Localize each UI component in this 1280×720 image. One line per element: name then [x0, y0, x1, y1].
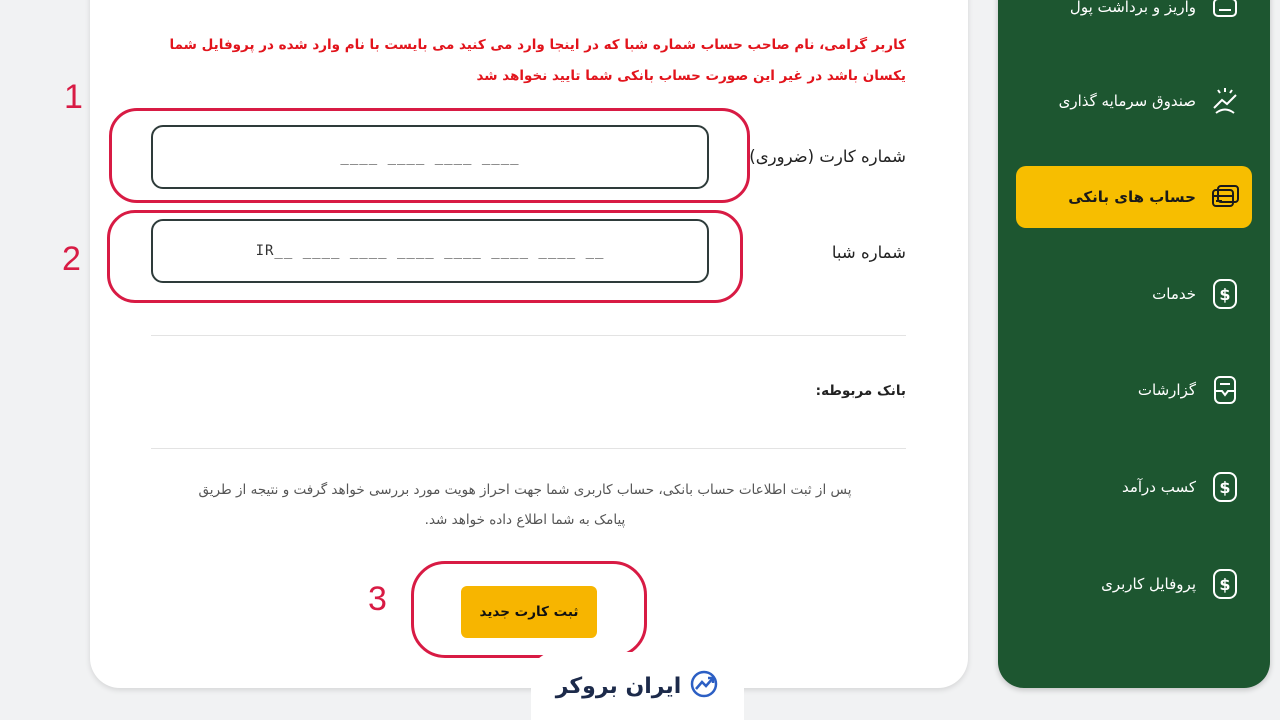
- sidebar-item-deposit-withdraw[interactable]: واریز و برداشت پول: [1016, 0, 1252, 38]
- sidebar-item-label: گزارشات: [1137, 381, 1196, 399]
- verification-info-text: پس از ثبت اطلاعات حساب بانکی، حساب کاربر…: [198, 482, 852, 528]
- dollar-icon: $: [1210, 472, 1240, 502]
- trend-arrow-icon: [689, 669, 719, 703]
- annotation-highlight-1: [109, 108, 750, 203]
- divider: [151, 335, 906, 336]
- sidebar-item-label: پروفایل کاربری: [1101, 575, 1196, 593]
- related-bank-label: بانک مربوطه:: [815, 383, 906, 399]
- watermark-logo: ایران بروکر: [531, 652, 744, 720]
- dollar-icon: $: [1210, 569, 1240, 599]
- sidebar-item-user-profile[interactable]: پروفایل کاربری $: [1016, 553, 1252, 615]
- sidebar-item-investment-fund[interactable]: صندوق سرمایه گذاری: [1016, 70, 1252, 132]
- sidebar-item-services[interactable]: خدمات $: [1016, 263, 1252, 325]
- sidebar-item-earn-income[interactable]: کسب درآمد $: [1016, 456, 1252, 518]
- sheba-number-label: شماره شبا: [831, 243, 906, 262]
- report-icon: [1210, 375, 1240, 405]
- annotation-number-2: 2: [62, 240, 81, 278]
- bank-cards-icon: [1210, 182, 1240, 212]
- annotation-number-3: 3: [368, 580, 387, 618]
- sidebar-item-label: حساب های بانکی: [1068, 188, 1196, 206]
- investment-fund-icon: [1210, 86, 1240, 116]
- sidebar-item-label: کسب درآمد: [1121, 478, 1196, 496]
- sidebar-item-label: صندوق سرمایه گذاری: [1058, 92, 1196, 110]
- annotation-highlight-2: [107, 210, 743, 303]
- sidebar-item-label: واریز و برداشت پول: [1069, 0, 1196, 16]
- svg-text:$: $: [1219, 575, 1230, 594]
- watermark-text: ایران بروکر: [555, 673, 682, 699]
- svg-text:$: $: [1219, 285, 1230, 304]
- annotation-number-1: 1: [64, 78, 83, 116]
- card-number-label: شماره کارت (ضروری): [749, 147, 906, 166]
- sidebar-item-label: خدمات: [1152, 285, 1196, 303]
- name-match-warning: کاربر گرامی، نام صاحب حساب شماره شبا که …: [169, 37, 906, 84]
- sidebar-item-bank-accounts[interactable]: حساب های بانکی: [1016, 166, 1252, 228]
- svg-text:$: $: [1219, 478, 1230, 497]
- divider: [151, 448, 906, 449]
- dollar-icon: $: [1210, 279, 1240, 309]
- sidebar-item-reports[interactable]: گزارشات: [1016, 359, 1252, 421]
- annotation-highlight-3: [411, 561, 647, 658]
- wallet-icon: [1210, 0, 1240, 22]
